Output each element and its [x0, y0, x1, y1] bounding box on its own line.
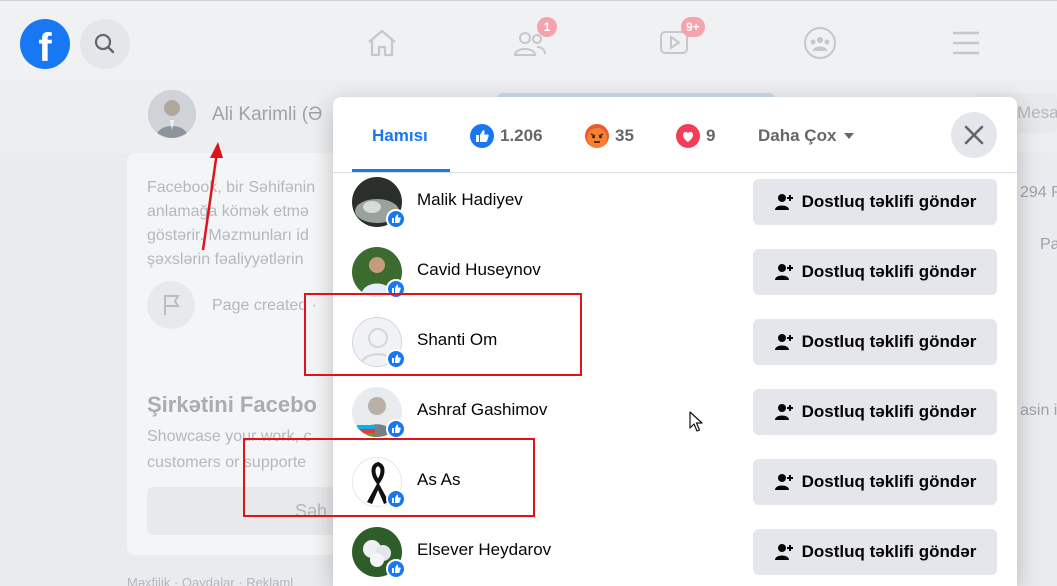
add-friend-icon	[774, 334, 793, 350]
person-photo-icon	[148, 90, 196, 138]
like-badge-icon	[386, 209, 406, 229]
close-button[interactable]	[951, 112, 997, 158]
tab-love-count: 9	[706, 126, 716, 145]
close-icon	[964, 125, 984, 145]
home-nav-button[interactable]	[362, 23, 402, 63]
like-reaction-icon	[470, 124, 494, 148]
list-item: Elsever Heydarov Dostluq təklifi göndər	[333, 522, 1017, 586]
angry-reaction-icon	[585, 124, 609, 148]
reaction-tabs: Hamısı 1.206 35 9 Daha Çox	[333, 97, 1017, 173]
home-icon	[368, 29, 396, 57]
add-friend-label: Dostluq təklifi göndər	[801, 402, 977, 421]
menu-icon	[953, 31, 979, 55]
add-friend-label: Dostluq təklifi göndər	[801, 192, 977, 211]
groups-icon	[804, 27, 836, 59]
intro-line: şəxslərin fəaliyyətlərin	[147, 251, 304, 268]
add-friend-label: Dostluq təklifi göndər	[801, 472, 977, 491]
list-item: Malik Hadiyev Dostluq təklifi göndər	[333, 172, 1017, 242]
add-friend-button[interactable]: Dostluq təklifi göndər	[753, 529, 997, 575]
menu-nav-button[interactable]	[946, 23, 986, 63]
tab-love[interactable]: 9	[676, 123, 715, 149]
add-friend-button[interactable]: Dostluq təklifi göndər	[753, 319, 997, 365]
like-badge-icon	[386, 419, 406, 439]
add-friend-label: Dostluq təklifi göndər	[801, 262, 977, 281]
right-column-fragment: Pa	[1040, 236, 1057, 253]
caret-down-icon	[844, 133, 855, 139]
person-name[interactable]: Malik Hadiyev	[417, 190, 523, 210]
person-name[interactable]: Elsever Heydarov	[417, 540, 551, 560]
add-friend-label: Dostluq təklifi göndər	[801, 332, 977, 351]
mouse-cursor-icon	[689, 411, 703, 432]
message-button-label: Mesa	[1017, 103, 1057, 122]
page-avatar[interactable]	[148, 90, 196, 138]
add-friend-button[interactable]: Dostluq təklifi göndər	[753, 249, 997, 295]
watch-notification-badge: 9+	[681, 17, 705, 37]
tab-angry-count: 35	[615, 126, 634, 145]
tab-all-label: Hamısı	[372, 126, 428, 145]
top-navigation-bar: f 1 9+	[0, 0, 1057, 80]
intro-line: anlamağa kömək etmə	[147, 203, 309, 220]
right-column-fragment: asin i	[1020, 402, 1057, 419]
intro-line: Facebook, bir Səhifənin	[147, 179, 316, 196]
annotation-highlight-box	[243, 438, 535, 517]
facebook-logo[interactable]: f	[20, 19, 70, 69]
search-button[interactable]	[80, 19, 130, 69]
friends-notification-badge: 1	[537, 17, 557, 37]
love-reaction-icon	[676, 124, 700, 148]
add-friend-icon	[774, 544, 793, 560]
person-name[interactable]: Cavid Huseynov	[417, 260, 541, 280]
flag-icon	[147, 281, 195, 329]
tab-like-count: 1.206	[500, 126, 543, 145]
groups-nav-button[interactable]	[800, 23, 840, 63]
add-friend-icon	[774, 264, 793, 280]
profile-name-text: Ali Karimli (Ə	[212, 104, 323, 125]
add-friend-button[interactable]: Dostluq təklifi göndər	[753, 389, 997, 435]
person-name[interactable]: Ashraf Gashimov	[417, 400, 547, 420]
tab-more[interactable]: Daha Çox	[758, 123, 856, 149]
add-friend-icon	[774, 194, 793, 210]
footer-links: Məxfilik · Qaydalar · Reklaml	[127, 575, 294, 586]
add-friend-icon	[774, 474, 793, 490]
page-created-text: Page created ·	[212, 297, 317, 314]
add-friend-icon	[774, 404, 793, 420]
tab-like[interactable]: 1.206	[470, 123, 543, 149]
right-column-count: 294 P	[1020, 184, 1057, 201]
search-icon	[94, 33, 115, 54]
promo-title: Şirkətini Facebo	[147, 392, 317, 417]
add-friend-label: Dostluq təklifi göndər	[801, 542, 977, 561]
like-badge-icon	[386, 559, 406, 579]
add-friend-button[interactable]: Dostluq təklifi göndər	[753, 459, 997, 505]
add-friend-button[interactable]: Dostluq təklifi göndər	[753, 179, 997, 225]
tab-angry[interactable]: 35	[585, 123, 634, 149]
tab-more-label: Daha Çox	[758, 126, 837, 145]
facebook-logo-letter: f	[38, 26, 52, 69]
annotation-highlight-box	[304, 293, 582, 376]
annotation-arrow-icon	[201, 142, 223, 251]
tab-all[interactable]: Hamısı	[372, 123, 428, 149]
intro-line: göstərir. Məzmunları id	[147, 227, 309, 244]
